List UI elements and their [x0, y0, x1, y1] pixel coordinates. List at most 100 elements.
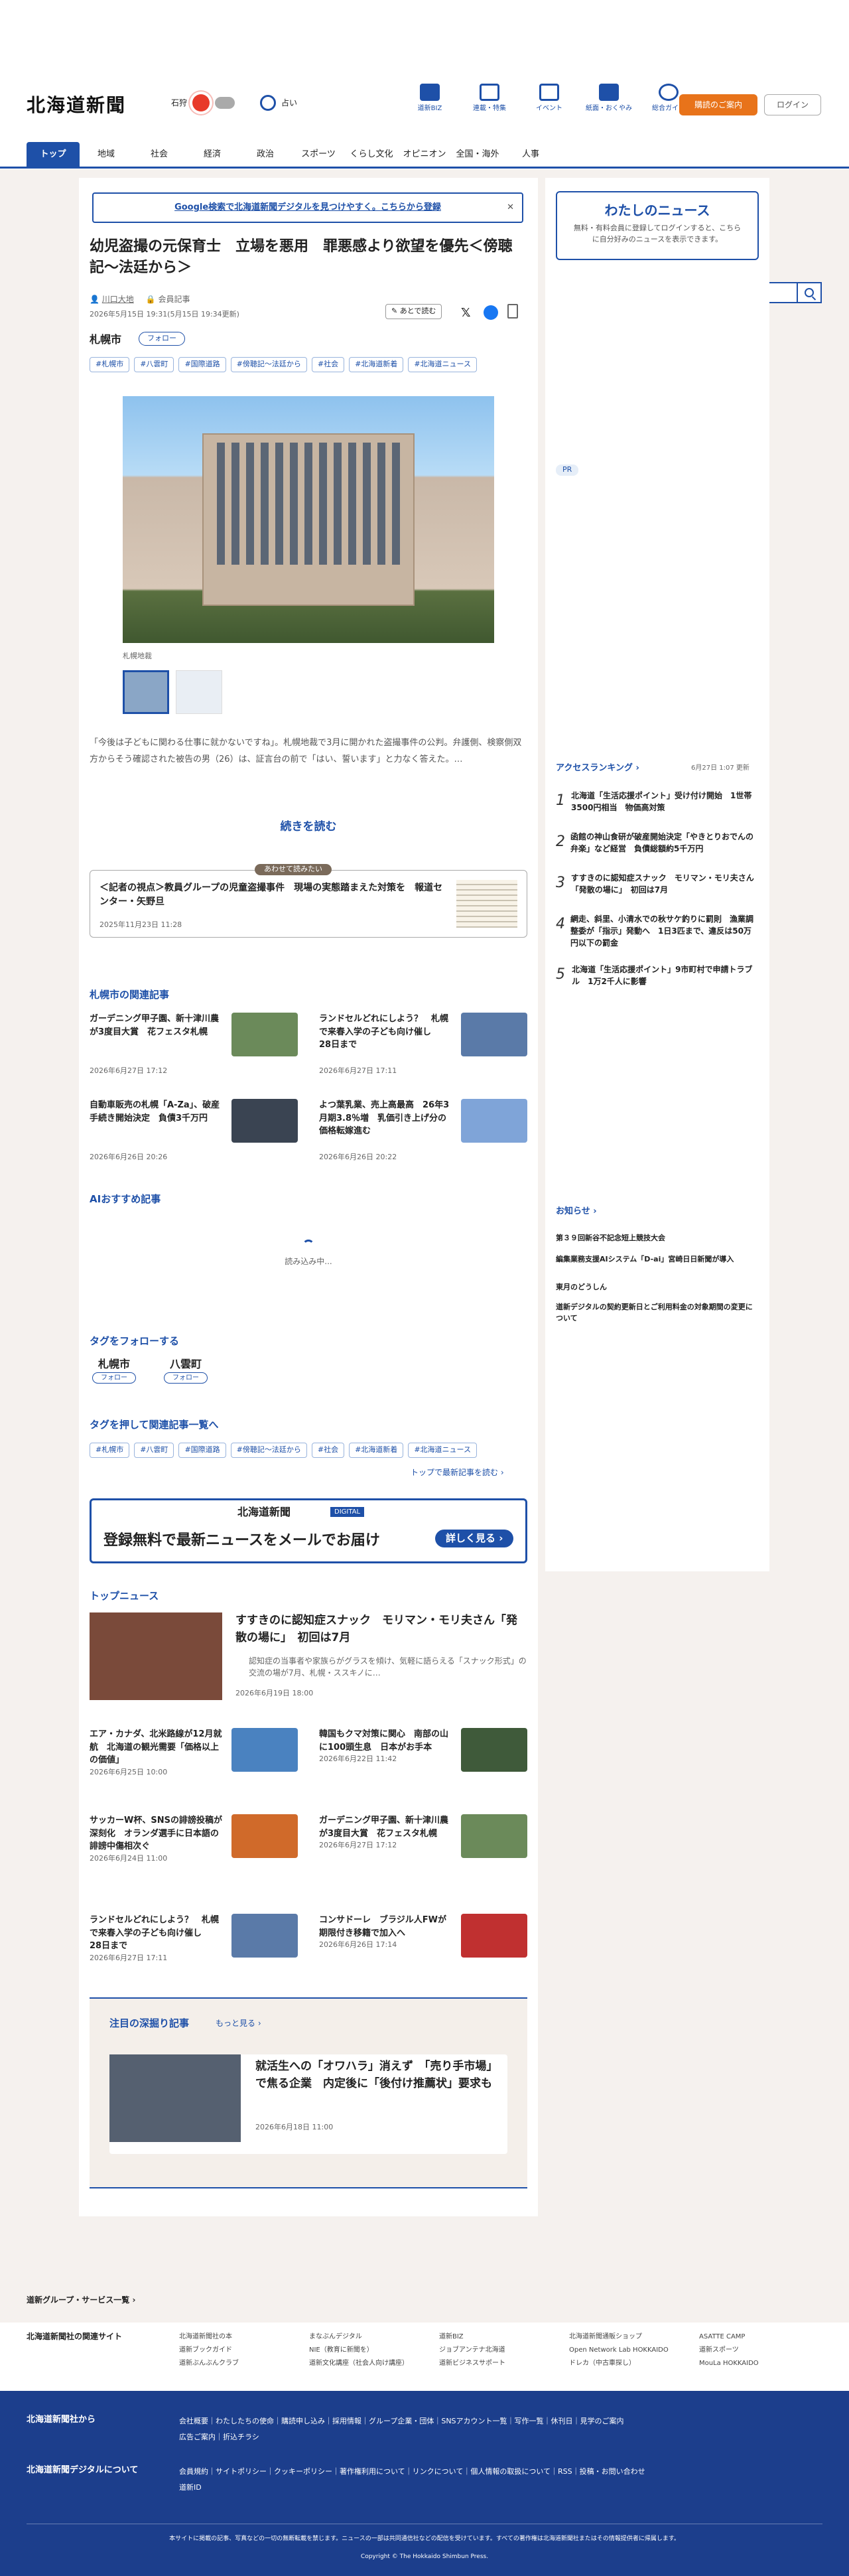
tag-link[interactable]: #国際道路	[178, 1443, 226, 1458]
site-link[interactable]: NIE（教育に新聞を）	[309, 2344, 439, 2357]
top-news-item[interactable]: ガーデニング甲子園、新十津川農が3度目大賞 花フェスタ札幌 2026年6月27日 …	[319, 1814, 527, 1863]
tag-link[interactable]: #八雲町	[134, 357, 174, 372]
tag-link[interactable]: #北海道新着	[349, 357, 404, 372]
site-link[interactable]: Open Network Lab HOKKAIDO	[569, 2344, 699, 2357]
ranking-item[interactable]: 2 函館の神山食研が破産開始決定「やきとりおでんの弁楽」など経営 負債総額約5千万…	[556, 831, 759, 872]
place-label[interactable]: 札幌市	[90, 332, 121, 348]
site-link[interactable]: 北海道新聞通販ショップ	[569, 2330, 699, 2344]
footer-link[interactable]: RSS	[558, 2467, 572, 2476]
site-link[interactable]: 道新文化講座（社会人向け講座）	[309, 2357, 439, 2370]
footer-link[interactable]: 広告ご案内	[179, 2433, 216, 2441]
event-link[interactable]: イベント	[525, 84, 573, 113]
footer-link[interactable]: グループ企業・団体	[369, 2417, 434, 2425]
footer-link[interactable]: 会員規約	[179, 2467, 208, 2476]
share-icon[interactable]	[507, 304, 518, 319]
ranking-item[interactable]: 1 北海道「生活応援ポイント」受け付け開始 1世帯3500円相当 物価高対策	[556, 790, 759, 831]
article-photo[interactable]	[123, 396, 494, 643]
site-link[interactable]: ドレカ（中古車探し）	[569, 2357, 699, 2370]
nav-personnel[interactable]: 人事	[504, 142, 557, 167]
my-news-box[interactable]: わたしのニュース 無料・有料会員に登録してログインすると、こちらに自分好みのニュ…	[556, 191, 759, 260]
nav-society[interactable]: 社会	[133, 142, 186, 167]
footer-link[interactable]: クッキーポリシー	[274, 2467, 332, 2476]
follow-tag-button[interactable]: フォロー	[92, 1372, 136, 1384]
x-share-icon[interactable]: 𝕏	[461, 304, 471, 322]
photo-thumb-2-map[interactable]	[176, 670, 222, 714]
top-news-item[interactable]: サッカーW杯、SNSの誹謗投稿が深刻化 オランダ選手に日本語の誹謗中傷相次ぐ 20…	[90, 1814, 298, 1863]
site-link[interactable]: 北海道新聞社の本	[179, 2330, 309, 2344]
related-item[interactable]: ガーデニング甲子園、新十津川農が3度目大賞 花フェスタ札幌 2026年6月27日 …	[90, 1013, 298, 1075]
footer-link[interactable]: 購読申し込み	[281, 2417, 325, 2425]
ranking-item[interactable]: 3 すすきのに認知症スナック モリマン・モリ夫さん「発散の場に」 初回は7月	[556, 872, 759, 913]
nav-economy[interactable]: 経済	[186, 142, 239, 167]
footer-link[interactable]: サイトポリシー	[216, 2467, 267, 2476]
notice-item[interactable]: 第３９回新谷不記念短上競技大会	[556, 1233, 759, 1254]
site-link[interactable]: 道新ブックガイド	[179, 2344, 309, 2357]
footer-link[interactable]: SNSアカウント一覧	[441, 2417, 507, 2425]
deep-more-link[interactable]: もっと見る ›	[216, 2017, 261, 2029]
tag-link[interactable]: #札幌市	[90, 357, 130, 372]
footer-link[interactable]: 著作権利用について	[340, 2467, 405, 2476]
related-item[interactable]: ランドセルどれにしよう？ 札幌で来春入学の子ども向け催し 28日まで 2026年6…	[319, 1013, 527, 1075]
lead-news-thumb[interactable]	[90, 1612, 222, 1700]
facebook-share-icon[interactable]	[484, 305, 498, 320]
footer-link[interactable]: 折込チラシ	[223, 2433, 259, 2441]
tag-link[interactable]: #北海道ニュース	[408, 357, 477, 372]
subscribe-button[interactable]: 購読のご案内	[679, 94, 757, 115]
tag-link[interactable]: #社会	[311, 357, 345, 372]
site-link[interactable]: MouLa HOKKAIDO	[699, 2357, 829, 2370]
notice-title[interactable]: お知らせ ›	[556, 1205, 597, 1218]
ranking-title[interactable]: アクセスランキング ›	[556, 762, 639, 775]
globe-icon[interactable]	[260, 95, 277, 111]
notice-item[interactable]: 東月のどうしん	[556, 1282, 759, 1302]
top-news-item[interactable]: コンサドーレ ブラジル人FWが期限付き移籍で加入へ 2026年6月26日 17:1…	[319, 1914, 527, 1963]
related-item[interactable]: 自動車販売の札幌「A-Za」、破産手続き開始決定 負債3千万円 2026年6月26…	[90, 1099, 298, 1161]
site-link[interactable]: 道新BIZ	[439, 2330, 569, 2344]
footer-link[interactable]: わたしたちの使命	[216, 2417, 274, 2425]
footer-link[interactable]: 会社概要	[179, 2417, 208, 2425]
nav-culture[interactable]: くらし文化	[345, 142, 398, 167]
site-logo[interactable]: 北海道新聞	[27, 92, 126, 119]
tag-link[interactable]: #八雲町	[134, 1443, 174, 1458]
site-link[interactable]: 道新スポーツ	[699, 2344, 829, 2357]
tag-link[interactable]: #社会	[311, 1443, 345, 1458]
top-news-item[interactable]: エア・カナダ、北米路線が12月就航 北海道の観光需要「価格以上の価値」 2026年…	[90, 1728, 298, 1777]
footer-link[interactable]: 道新ID	[179, 2483, 202, 2492]
nav-region[interactable]: 地域	[80, 142, 133, 167]
nav-world[interactable]: 全国・海外	[451, 142, 504, 167]
group-link[interactable]: 道新グループ・サービス一覧 ›	[27, 2294, 135, 2306]
top-latest-link[interactable]: トップで最新記事を読む ›	[411, 1467, 504, 1478]
search-button[interactable]	[797, 283, 820, 302]
tag-link[interactable]: #北海道ニュース	[408, 1443, 477, 1458]
nav-politics[interactable]: 政治	[239, 142, 292, 167]
footer-link[interactable]: 個人情報の取扱について	[470, 2467, 551, 2476]
footer-link[interactable]: リンクについて	[413, 2467, 464, 2476]
site-link[interactable]: 道新ぶんぶんクラブ	[179, 2357, 309, 2370]
footer-link[interactable]: 休刊日	[551, 2417, 573, 2425]
nav-sports[interactable]: スポーツ	[292, 142, 345, 167]
photo-thumb-1[interactable]	[123, 670, 169, 714]
tag-link[interactable]: #傍聴記～法廷から	[230, 357, 307, 372]
notice-item[interactable]: 編集業務支援AIシステム「D-ai」宮崎日日新聞が導入	[556, 1254, 759, 1282]
mail-detail-button[interactable]: 詳しく見る ›	[435, 1530, 514, 1547]
related-item[interactable]: よつ葉乳業、売上高最高 26年3月期3.8％増 乳価引き上げ分の価格転嫁進む 20…	[319, 1099, 527, 1161]
mail-banner[interactable]: 北海道新聞 DIGITAL 登録無料で最新ニュースをメールでお届け 詳しく見る …	[90, 1498, 527, 1563]
nav-top[interactable]: トップ	[27, 142, 80, 167]
top-news-item[interactable]: 韓国もクマ対策に関心 南部の山に100頭生息 日本がお手本 2026年6月22日 …	[319, 1728, 527, 1777]
series-link[interactable]: 連載・特集	[466, 84, 513, 113]
related-pick-card[interactable]: あわせて読みたい ＜記者の視点＞教員グループの児童盗撮事件 現場の実態踏まえた対…	[90, 864, 527, 938]
author-link[interactable]: 👤 川口大地	[90, 293, 134, 305]
footer-link[interactable]: 投稿・お問い合わせ	[580, 2467, 645, 2476]
footer-link[interactable]: 見学のご案内	[580, 2417, 624, 2425]
site-link[interactable]: まなぶんデジタル	[309, 2330, 439, 2344]
tag-link[interactable]: #傍聴記～法廷から	[230, 1443, 307, 1458]
nav-opinion[interactable]: オピニオン	[398, 142, 451, 167]
notice-item[interactable]: 道新デジタルの契約更新日とご利用料金の対象期間の変更について	[556, 1302, 759, 1330]
site-link[interactable]: 道新ビジネスサポート	[439, 2357, 569, 2370]
weather-widget[interactable]: 石狩 占い	[171, 94, 297, 111]
paper-link[interactable]: 紙面・おくやみ	[585, 84, 633, 113]
deep-card[interactable]: 就活生への「オワハラ」消えず 「売り手市場」で焦る企業 内定後に「後付け推薦状」…	[109, 2054, 507, 2154]
continue-reading-link[interactable]: 続きを読む	[79, 819, 538, 836]
ranking-item[interactable]: 4 網走、斜里、小清水での秋サケ釣りに罰則 漁業調整委が「指示」発動へ 1日3匹ま…	[556, 913, 759, 964]
google-register-bar[interactable]: Google検索で北海道新聞デジタルを見つけやすく。こちらから登録 ✕	[92, 192, 523, 223]
lead-news-title[interactable]: すすきのに認知症スナック モリマン・モリ夫さん「発散の場に」 初回は7月	[235, 1612, 527, 1646]
